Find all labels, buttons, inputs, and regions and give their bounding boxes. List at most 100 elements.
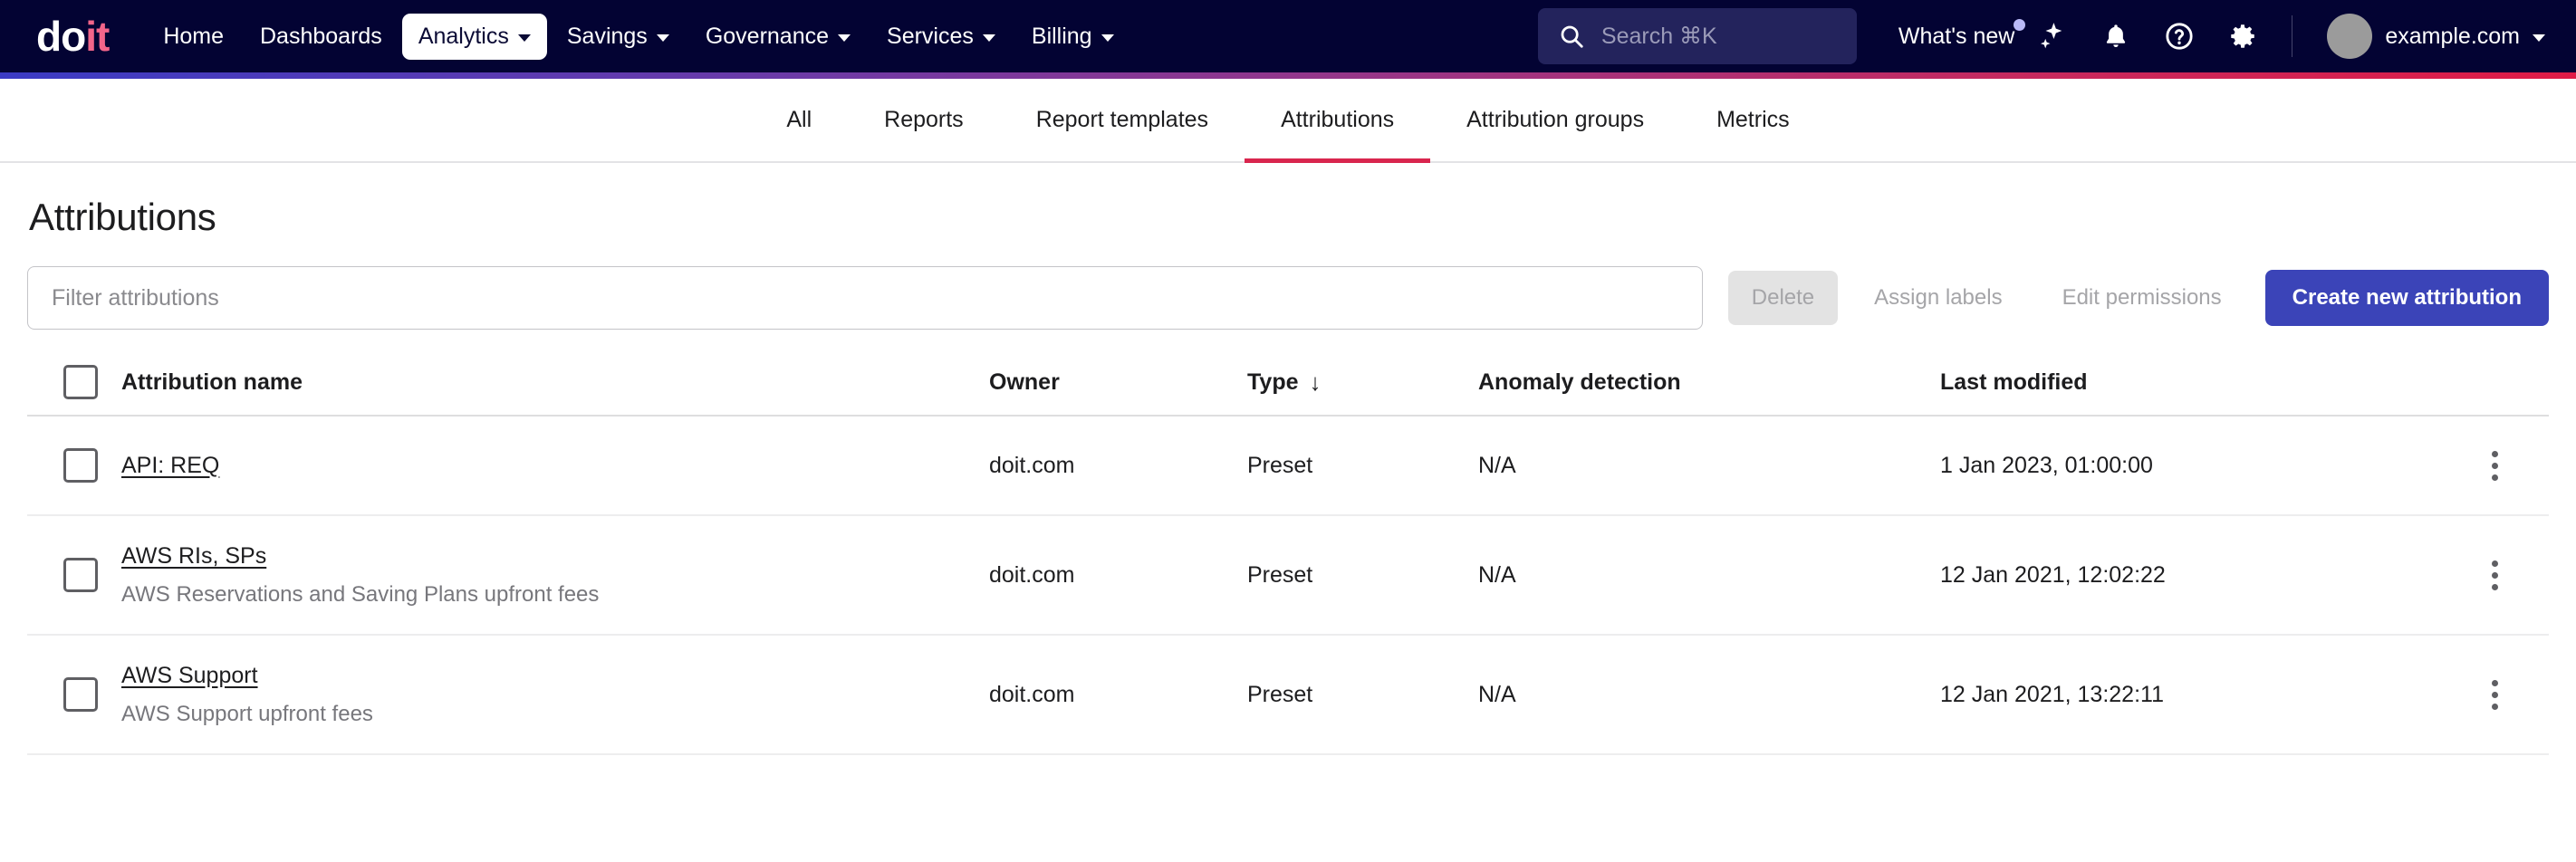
tab-attributions[interactable]: Attributions: [1245, 79, 1431, 163]
notifications-button[interactable]: [2091, 11, 2141, 62]
help-button[interactable]: [2154, 11, 2205, 62]
row-checkbox[interactable]: [63, 558, 98, 592]
chevron-down-icon: [517, 34, 531, 42]
bell-icon: [2107, 24, 2126, 47]
chevron-down-icon: [982, 34, 995, 42]
select-all-checkbox[interactable]: [63, 365, 98, 399]
nav-item-analytics[interactable]: Analytics: [401, 13, 547, 60]
account-menu[interactable]: example.com: [2327, 14, 2545, 59]
nav-item-governance[interactable]: Governance: [689, 14, 867, 60]
row-checkbox[interactable]: [63, 677, 98, 712]
row-anomaly-detection: N/A: [1478, 452, 1516, 478]
nav-item-savings[interactable]: Savings: [551, 14, 686, 60]
avatar: [2327, 14, 2373, 59]
tab-metrics[interactable]: Metrics: [1680, 79, 1826, 161]
header-type[interactable]: Type ↓: [1247, 369, 1478, 396]
whats-new-button[interactable]: What's new: [1898, 18, 2026, 50]
attribution-name-link[interactable]: AWS RIs, SPs: [121, 543, 266, 570]
row-more-menu-icon[interactable]: [2475, 445, 2514, 485]
nav-item-services[interactable]: Services: [870, 14, 1012, 60]
nav-item-label: Billing: [1031, 23, 1092, 49]
settings-button[interactable]: [2217, 11, 2268, 62]
sort-descending-icon: ↓: [1309, 369, 1322, 396]
table-header-row: Attribution name Owner Type ↓ Anomaly de…: [27, 350, 2549, 417]
row-select-cell: [27, 558, 111, 592]
delete-button[interactable]: Delete: [1727, 271, 1839, 325]
tab-label: Attribution groups: [1466, 107, 1645, 132]
attribution-name-link[interactable]: API: REQ: [121, 453, 219, 479]
nav-item-home[interactable]: Home: [147, 14, 240, 60]
gear-icon: [2231, 24, 2255, 48]
top-navbar: do it Home Dashboards Analytics Savings G…: [0, 0, 2576, 72]
assign-labels-button[interactable]: Assign labels: [1850, 271, 2025, 325]
notification-dot-icon: [2014, 18, 2026, 31]
account-label: example.com: [2385, 23, 2520, 49]
tab-reports[interactable]: Reports: [848, 79, 1000, 161]
filter-attributions-input[interactable]: [27, 266, 1703, 330]
tab-label: Attributions: [1281, 107, 1395, 132]
search-icon: [1561, 25, 1583, 48]
nav-item-billing[interactable]: Billing: [1015, 14, 1130, 60]
row-last-modified: 1 Jan 2023, 01:00:00: [1940, 452, 2153, 478]
attributions-table: Attribution name Owner Type ↓ Anomaly de…: [27, 350, 2549, 755]
table-row[interactable]: API: REQ doit.com Preset N/A 1 Jan 2023,…: [27, 417, 2549, 516]
row-owner: doit.com: [989, 681, 1075, 707]
row-select-cell: [27, 448, 111, 483]
nav-item-label: Dashboards: [260, 23, 382, 49]
sparkle-icon: [2041, 23, 2062, 49]
row-last-modified: 12 Jan 2021, 12:02:22: [1940, 561, 2166, 588]
row-name-cell: API: REQ: [111, 453, 989, 479]
attribution-description: AWS Reservations and Saving Plans upfron…: [121, 581, 600, 607]
logo-text-do: do: [36, 13, 86, 60]
row-type: Preset: [1247, 561, 1313, 588]
edit-permissions-button[interactable]: Edit permissions: [2039, 271, 2245, 325]
tab-attribution-groups[interactable]: Attribution groups: [1430, 79, 1680, 161]
row-type: Preset: [1247, 681, 1313, 707]
tab-label: All: [786, 107, 812, 132]
row-more-menu-icon[interactable]: [2475, 675, 2514, 714]
tab-label: Reports: [884, 107, 964, 132]
tab-all[interactable]: All: [750, 79, 848, 161]
nav-item-label: Savings: [566, 23, 648, 49]
header-owner[interactable]: Owner: [989, 369, 1247, 396]
global-search[interactable]: Search ⌘K: [1537, 8, 1857, 64]
row-select-cell: [27, 677, 111, 712]
row-actions-cell: [2440, 555, 2549, 595]
help-circle-icon: [2166, 23, 2193, 50]
search-placeholder: Search ⌘K: [1600, 24, 1717, 49]
header-attribution-name[interactable]: Attribution name: [111, 369, 989, 396]
table-row[interactable]: AWS RIs, SPs AWS Reservations and Saving…: [27, 516, 2549, 636]
row-owner: doit.com: [989, 561, 1075, 588]
row-owner: doit.com: [989, 452, 1075, 478]
attribution-name-link[interactable]: AWS Support: [121, 663, 258, 689]
row-checkbox[interactable]: [63, 448, 98, 483]
row-name-cell: AWS Support AWS Support upfront fees: [111, 663, 989, 727]
nav-item-label: Analytics: [418, 23, 509, 49]
nav-item-label: Services: [887, 23, 974, 49]
chevron-down-icon: [1101, 34, 1114, 42]
select-all-cell: [27, 365, 111, 399]
tab-report-templates[interactable]: Report templates: [1000, 79, 1245, 161]
page-title: Attributions: [29, 196, 216, 238]
logo-text-it: it: [85, 13, 110, 60]
sparkle-button[interactable]: [2027, 11, 2078, 62]
primary-nav: Home Dashboards Analytics Savings Govern…: [147, 13, 1130, 60]
row-name-cell: AWS RIs, SPs AWS Reservations and Saving…: [111, 543, 989, 608]
row-anomaly-detection: N/A: [1478, 681, 1516, 707]
row-last-modified: 12 Jan 2021, 13:22:11: [1940, 681, 2164, 707]
section-tabs: All Reports Report templates Attribution…: [0, 79, 2576, 163]
navbar-right: Search ⌘K What's new example.com: [1537, 8, 2545, 64]
nav-item-dashboards[interactable]: Dashboards: [244, 14, 399, 60]
table-row[interactable]: AWS Support AWS Support upfront fees doi…: [27, 636, 2549, 755]
doit-logo[interactable]: do it: [36, 12, 110, 61]
create-new-attribution-button[interactable]: Create new attribution: [2264, 270, 2549, 326]
tab-label: Metrics: [1716, 107, 1790, 132]
row-more-menu-icon[interactable]: [2475, 555, 2514, 595]
chevron-down-icon: [656, 34, 669, 42]
header-last-modified[interactable]: Last modified: [1940, 369, 2440, 396]
tab-label: Report templates: [1035, 107, 1209, 132]
brand-gradient-bar: [0, 72, 2576, 79]
header-anomaly-detection[interactable]: Anomaly detection: [1478, 369, 1940, 396]
nav-item-label: Governance: [705, 23, 830, 49]
chevron-down-icon: [838, 34, 851, 42]
